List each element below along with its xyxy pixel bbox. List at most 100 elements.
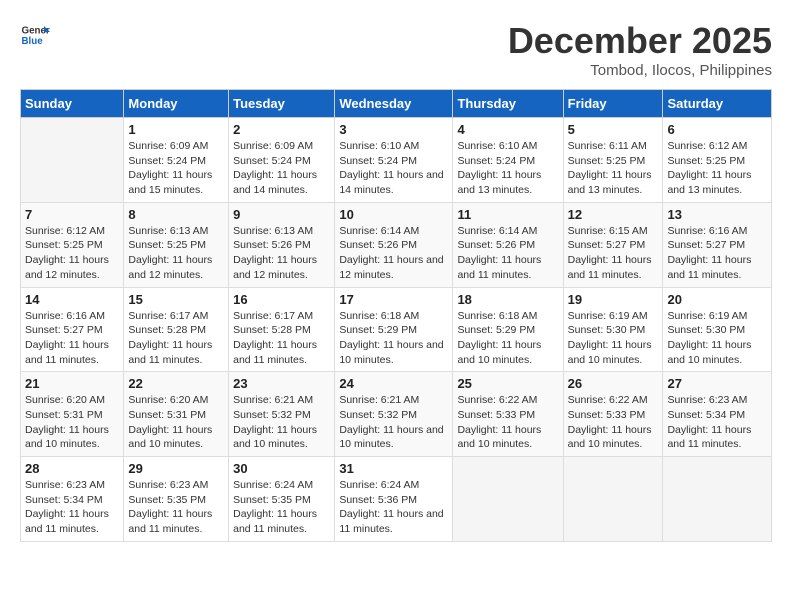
- day-info: Sunrise: 6:19 AMSunset: 5:30 PMDaylight:…: [667, 309, 767, 368]
- day-cell: 1 Sunrise: 6:09 AMSunset: 5:24 PMDayligh…: [124, 118, 229, 203]
- day-number: 17: [339, 292, 448, 307]
- day-cell: 3 Sunrise: 6:10 AMSunset: 5:24 PMDayligh…: [335, 118, 453, 203]
- page-header: General Blue December 2025 Tombod, Iloco…: [20, 20, 772, 79]
- day-cell: 28 Sunrise: 6:23 AMSunset: 5:34 PMDaylig…: [21, 457, 124, 542]
- month-title: December 2025: [508, 20, 772, 62]
- day-number: 3: [339, 122, 448, 137]
- logo-icon: General Blue: [20, 20, 50, 50]
- day-number: 21: [25, 376, 119, 391]
- day-cell: 26 Sunrise: 6:22 AMSunset: 5:33 PMDaylig…: [563, 372, 663, 457]
- logo: General Blue: [20, 20, 50, 50]
- day-info: Sunrise: 6:22 AMSunset: 5:33 PMDaylight:…: [568, 393, 659, 452]
- day-number: 6: [667, 122, 767, 137]
- day-number: 13: [667, 207, 767, 222]
- col-header-friday: Friday: [563, 90, 663, 118]
- day-number: 14: [25, 292, 119, 307]
- col-header-saturday: Saturday: [663, 90, 772, 118]
- day-info: Sunrise: 6:12 AMSunset: 5:25 PMDaylight:…: [25, 224, 119, 283]
- day-info: Sunrise: 6:13 AMSunset: 5:26 PMDaylight:…: [233, 224, 330, 283]
- day-cell: 15 Sunrise: 6:17 AMSunset: 5:28 PMDaylig…: [124, 287, 229, 372]
- week-row-3: 14 Sunrise: 6:16 AMSunset: 5:27 PMDaylig…: [21, 287, 772, 372]
- day-info: Sunrise: 6:22 AMSunset: 5:33 PMDaylight:…: [457, 393, 558, 452]
- day-cell: 5 Sunrise: 6:11 AMSunset: 5:25 PMDayligh…: [563, 118, 663, 203]
- day-cell: 17 Sunrise: 6:18 AMSunset: 5:29 PMDaylig…: [335, 287, 453, 372]
- day-number: 8: [128, 207, 224, 222]
- day-info: Sunrise: 6:09 AMSunset: 5:24 PMDaylight:…: [233, 139, 330, 198]
- day-info: Sunrise: 6:14 AMSunset: 5:26 PMDaylight:…: [457, 224, 558, 283]
- day-info: Sunrise: 6:18 AMSunset: 5:29 PMDaylight:…: [339, 309, 448, 368]
- day-number: 20: [667, 292, 767, 307]
- day-info: Sunrise: 6:10 AMSunset: 5:24 PMDaylight:…: [457, 139, 558, 198]
- day-cell: 29 Sunrise: 6:23 AMSunset: 5:35 PMDaylig…: [124, 457, 229, 542]
- day-cell: 13 Sunrise: 6:16 AMSunset: 5:27 PMDaylig…: [663, 202, 772, 287]
- day-cell: 21 Sunrise: 6:20 AMSunset: 5:31 PMDaylig…: [21, 372, 124, 457]
- day-info: Sunrise: 6:11 AMSunset: 5:25 PMDaylight:…: [568, 139, 659, 198]
- day-info: Sunrise: 6:16 AMSunset: 5:27 PMDaylight:…: [667, 224, 767, 283]
- day-number: 4: [457, 122, 558, 137]
- day-number: 26: [568, 376, 659, 391]
- day-cell: 16 Sunrise: 6:17 AMSunset: 5:28 PMDaylig…: [229, 287, 335, 372]
- day-cell: [453, 457, 563, 542]
- day-cell: 23 Sunrise: 6:21 AMSunset: 5:32 PMDaylig…: [229, 372, 335, 457]
- day-number: 7: [25, 207, 119, 222]
- week-row-4: 21 Sunrise: 6:20 AMSunset: 5:31 PMDaylig…: [21, 372, 772, 457]
- day-cell: 9 Sunrise: 6:13 AMSunset: 5:26 PMDayligh…: [229, 202, 335, 287]
- day-number: 23: [233, 376, 330, 391]
- day-cell: 24 Sunrise: 6:21 AMSunset: 5:32 PMDaylig…: [335, 372, 453, 457]
- day-number: 15: [128, 292, 224, 307]
- col-header-monday: Monday: [124, 90, 229, 118]
- day-cell: 31 Sunrise: 6:24 AMSunset: 5:36 PMDaylig…: [335, 457, 453, 542]
- day-number: 27: [667, 376, 767, 391]
- day-cell: 4 Sunrise: 6:10 AMSunset: 5:24 PMDayligh…: [453, 118, 563, 203]
- week-row-2: 7 Sunrise: 6:12 AMSunset: 5:25 PMDayligh…: [21, 202, 772, 287]
- day-number: 11: [457, 207, 558, 222]
- day-number: 5: [568, 122, 659, 137]
- week-row-1: 1 Sunrise: 6:09 AMSunset: 5:24 PMDayligh…: [21, 118, 772, 203]
- day-info: Sunrise: 6:13 AMSunset: 5:25 PMDaylight:…: [128, 224, 224, 283]
- day-cell: 12 Sunrise: 6:15 AMSunset: 5:27 PMDaylig…: [563, 202, 663, 287]
- day-cell: 6 Sunrise: 6:12 AMSunset: 5:25 PMDayligh…: [663, 118, 772, 203]
- day-cell: 8 Sunrise: 6:13 AMSunset: 5:25 PMDayligh…: [124, 202, 229, 287]
- day-number: 12: [568, 207, 659, 222]
- day-number: 10: [339, 207, 448, 222]
- location-subtitle: Tombod, Ilocos, Philippines: [508, 62, 772, 79]
- day-cell: 18 Sunrise: 6:18 AMSunset: 5:29 PMDaylig…: [453, 287, 563, 372]
- day-info: Sunrise: 6:23 AMSunset: 5:35 PMDaylight:…: [128, 478, 224, 537]
- day-info: Sunrise: 6:24 AMSunset: 5:35 PMDaylight:…: [233, 478, 330, 537]
- day-cell: 25 Sunrise: 6:22 AMSunset: 5:33 PMDaylig…: [453, 372, 563, 457]
- day-number: 1: [128, 122, 224, 137]
- svg-text:Blue: Blue: [22, 36, 44, 47]
- col-header-tuesday: Tuesday: [229, 90, 335, 118]
- day-number: 19: [568, 292, 659, 307]
- day-number: 18: [457, 292, 558, 307]
- calendar-table: SundayMondayTuesdayWednesdayThursdayFrid…: [20, 89, 772, 542]
- day-number: 16: [233, 292, 330, 307]
- col-header-wednesday: Wednesday: [335, 90, 453, 118]
- day-number: 24: [339, 376, 448, 391]
- day-number: 29: [128, 461, 224, 476]
- day-info: Sunrise: 6:18 AMSunset: 5:29 PMDaylight:…: [457, 309, 558, 368]
- day-info: Sunrise: 6:20 AMSunset: 5:31 PMDaylight:…: [25, 393, 119, 452]
- day-info: Sunrise: 6:14 AMSunset: 5:26 PMDaylight:…: [339, 224, 448, 283]
- day-number: 28: [25, 461, 119, 476]
- day-cell: 14 Sunrise: 6:16 AMSunset: 5:27 PMDaylig…: [21, 287, 124, 372]
- day-info: Sunrise: 6:19 AMSunset: 5:30 PMDaylight:…: [568, 309, 659, 368]
- day-number: 22: [128, 376, 224, 391]
- day-info: Sunrise: 6:16 AMSunset: 5:27 PMDaylight:…: [25, 309, 119, 368]
- day-cell: 19 Sunrise: 6:19 AMSunset: 5:30 PMDaylig…: [563, 287, 663, 372]
- day-cell: 27 Sunrise: 6:23 AMSunset: 5:34 PMDaylig…: [663, 372, 772, 457]
- day-number: 9: [233, 207, 330, 222]
- day-cell: [21, 118, 124, 203]
- col-header-sunday: Sunday: [21, 90, 124, 118]
- day-cell: 20 Sunrise: 6:19 AMSunset: 5:30 PMDaylig…: [663, 287, 772, 372]
- day-info: Sunrise: 6:21 AMSunset: 5:32 PMDaylight:…: [339, 393, 448, 452]
- day-info: Sunrise: 6:23 AMSunset: 5:34 PMDaylight:…: [667, 393, 767, 452]
- day-cell: [663, 457, 772, 542]
- day-info: Sunrise: 6:20 AMSunset: 5:31 PMDaylight:…: [128, 393, 224, 452]
- day-info: Sunrise: 6:15 AMSunset: 5:27 PMDaylight:…: [568, 224, 659, 283]
- day-info: Sunrise: 6:24 AMSunset: 5:36 PMDaylight:…: [339, 478, 448, 537]
- day-info: Sunrise: 6:17 AMSunset: 5:28 PMDaylight:…: [128, 309, 224, 368]
- day-info: Sunrise: 6:23 AMSunset: 5:34 PMDaylight:…: [25, 478, 119, 537]
- title-block: December 2025 Tombod, Ilocos, Philippine…: [508, 20, 772, 79]
- day-cell: 2 Sunrise: 6:09 AMSunset: 5:24 PMDayligh…: [229, 118, 335, 203]
